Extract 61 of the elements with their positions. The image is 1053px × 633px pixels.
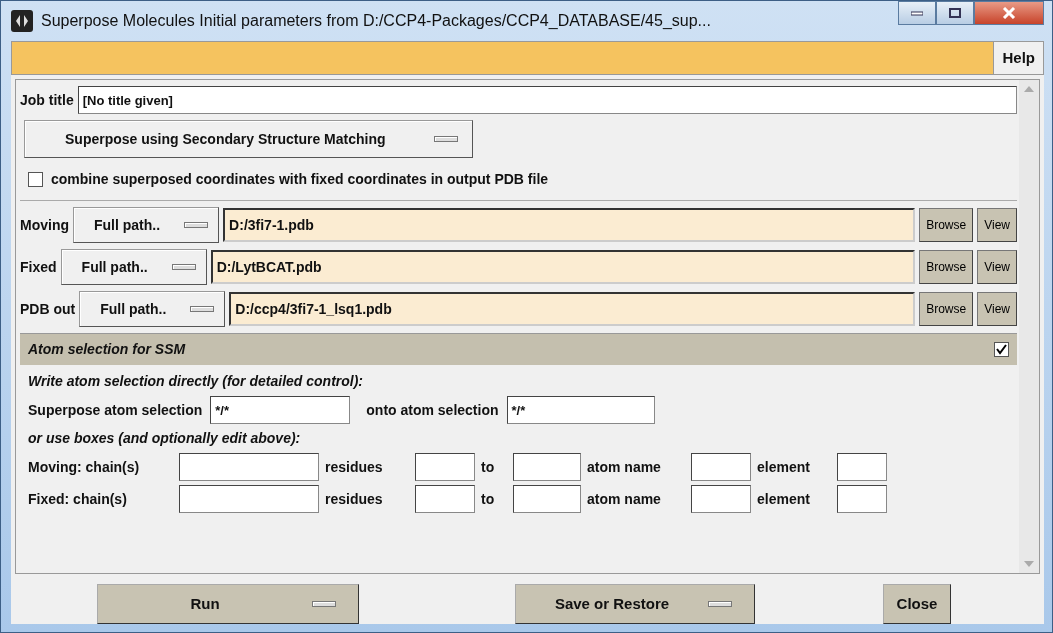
file-path-field[interactable]: D:/ccp4/3fi7-1_lsq1.pdb: [229, 292, 916, 327]
maximize-icon: [949, 8, 961, 18]
checkbox-label: combine superposed coordinates with fixed coordinates in output PDB file: [51, 169, 549, 189]
section-title: Atom selection for SSM: [28, 340, 186, 360]
browse-button[interactable]: Browse: [919, 208, 974, 243]
browse-button[interactable]: Browse: [919, 250, 974, 285]
text-field[interactable]: [837, 453, 887, 482]
field-label: Fixed: [20, 257, 57, 277]
file-path-field[interactable]: D:/LytBCAT.pdb: [210, 250, 916, 285]
field-label: Moving: [20, 215, 69, 235]
field-label: PDB out: [20, 299, 76, 319]
title-field[interactable]: [No title given]: [77, 86, 1017, 115]
checkbox[interactable]: [28, 171, 43, 187]
app-icon: [11, 10, 33, 32]
field-label: element: [757, 457, 811, 477]
minimize-button[interactable]: [898, 1, 936, 25]
minimize-icon: [911, 10, 923, 16]
field-label: onto atom selection: [366, 400, 499, 420]
text-field[interactable]: [179, 485, 319, 514]
field-label: Moving: chain(s): [28, 457, 141, 477]
browse-button[interactable]: Browse: [919, 292, 974, 327]
window-title: Superpose Molecules Initial parameters from D:/CCP4-Packages/CCP4_DATABASE/45_sup...: [41, 11, 711, 31]
menu-button[interactable]: Save or Restore: [515, 584, 755, 624]
section-text: Write atom selection directly (for detailed control):: [28, 372, 364, 392]
text-field[interactable]: [837, 485, 887, 514]
section-text: or use boxes (and optionally edit above):: [28, 429, 302, 449]
close-button[interactable]: [974, 1, 1044, 25]
maximize-button[interactable]: [936, 1, 974, 25]
field-label: to: [481, 489, 496, 509]
selection-field[interactable]: */*: [506, 396, 655, 425]
section-checkbox[interactable]: [994, 342, 1009, 358]
view-button[interactable]: View: [977, 292, 1017, 327]
field-label: residues: [325, 489, 384, 509]
mode-dropdown[interactable]: Superpose using Secondary Structure Matching: [24, 120, 473, 159]
selection-field[interactable]: */*: [210, 396, 351, 425]
field-label: atom name: [587, 457, 662, 477]
text-field[interactable]: [691, 453, 751, 482]
text-field[interactable]: [415, 453, 475, 482]
text-field[interactable]: [513, 485, 581, 514]
text-field[interactable]: [513, 453, 581, 482]
path-dropdown[interactable]: Full path..: [79, 291, 226, 328]
text-field[interactable]: [415, 485, 475, 514]
path-dropdown[interactable]: Full path..: [60, 249, 207, 286]
text-field[interactable]: [691, 485, 751, 514]
field-label: Superpose atom selection: [28, 400, 203, 420]
file-path-field[interactable]: D:/3fi7-1.pdb: [223, 208, 916, 243]
close-icon: [1002, 7, 1016, 19]
view-button[interactable]: View: [977, 250, 1017, 285]
menu-button[interactable]: Run: [97, 584, 359, 624]
close-button[interactable]: Close: [883, 584, 951, 624]
text-field[interactable]: [179, 453, 319, 482]
field-label: element: [757, 489, 811, 509]
help-menu[interactable]: Help: [993, 42, 1043, 75]
field-label: atom name: [587, 489, 662, 509]
field-label: Fixed: chain(s): [28, 489, 128, 509]
field-label: to: [481, 457, 496, 477]
field-label: residues: [325, 457, 384, 477]
section-header[interactable]: Atom selection for SSM: [20, 333, 1017, 366]
path-dropdown[interactable]: Full path..: [73, 207, 220, 244]
view-button[interactable]: View: [977, 208, 1017, 243]
field-label: Job title: [20, 90, 74, 110]
